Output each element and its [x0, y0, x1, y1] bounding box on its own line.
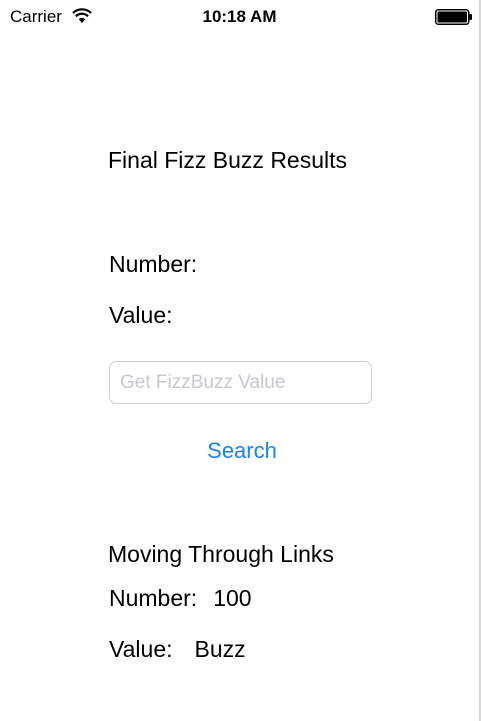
results-heading: Final Fizz Buzz Results [108, 147, 348, 173]
links-section-title: Moving Through Links [108, 541, 334, 567]
result-number-row: Number: [109, 251, 213, 278]
status-time: 10:18 AM [202, 7, 277, 26]
links-number-row: Number: 100 [109, 585, 252, 612]
fizzbuzz-search-input[interactable] [109, 361, 372, 404]
links-number-value: 100 [213, 585, 252, 611]
links-value-row: Value: Buzz [109, 636, 246, 663]
links-value-label: Value: [109, 636, 173, 662]
result-value-row: Value: [109, 302, 189, 329]
battery-icon [435, 9, 473, 25]
result-value-label: Value: [109, 302, 173, 328]
search-button[interactable]: Search [0, 438, 481, 464]
links-number-label: Number: [109, 585, 198, 611]
links-value-value: Buzz [194, 636, 246, 662]
result-number-label: Number: [109, 251, 198, 277]
status-bar: Carrier 10:18 AM [0, 0, 479, 34]
